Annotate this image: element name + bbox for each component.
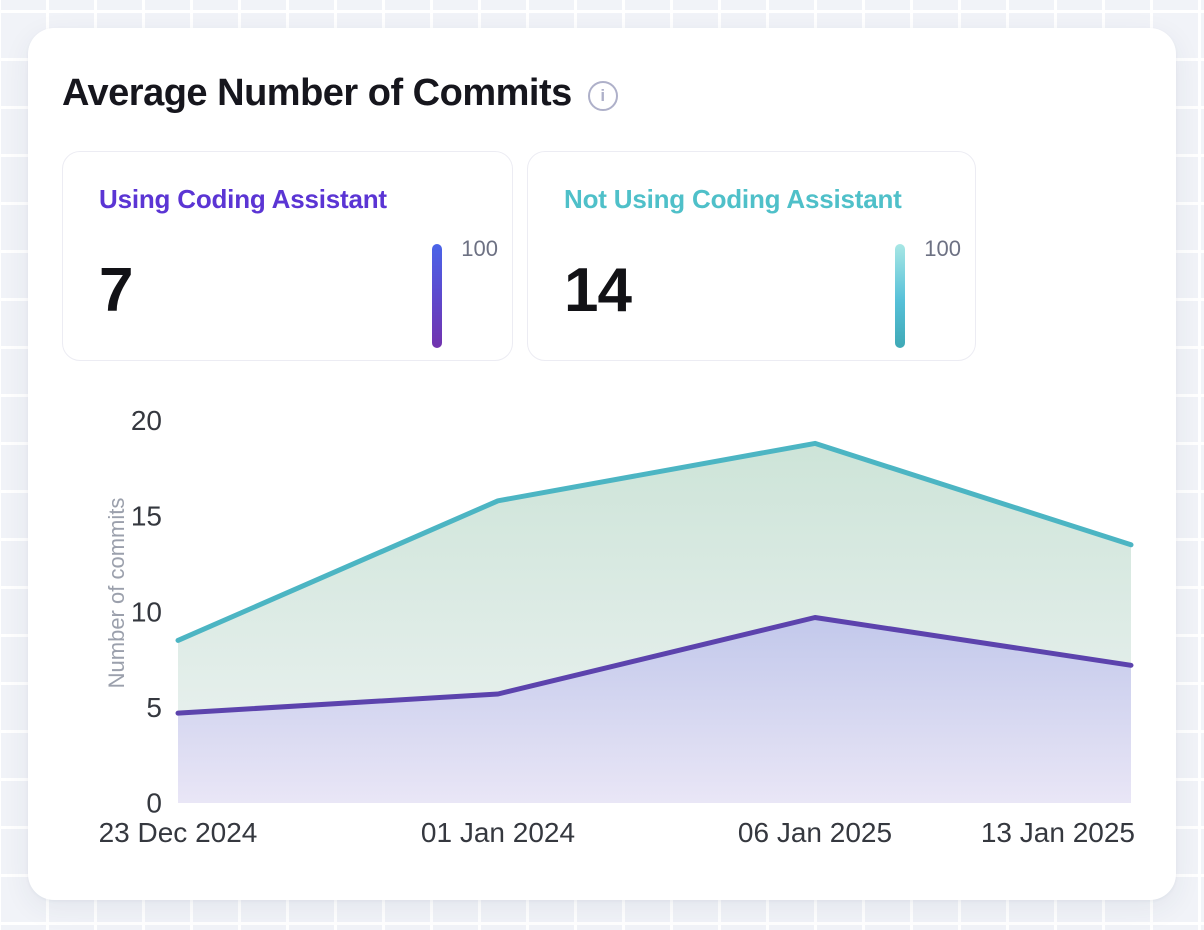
x-axis-label: 01 Jan 2024 — [421, 817, 575, 848]
x-axis-label: 13 Jan 2025 — [981, 817, 1135, 848]
y-tick-label: 0 — [146, 788, 162, 819]
chart-svg: 0 5 10 15 20 Number of commits 23 Dec 2024 01 J… — [28, 28, 1176, 900]
y-tick-label: 10 — [131, 596, 162, 627]
x-axis-label: 23 Dec 2024 — [99, 817, 258, 848]
y-tick-label: 15 — [131, 501, 162, 532]
y-tick-label: 5 — [146, 692, 162, 723]
y-tick-label: 20 — [131, 405, 162, 436]
x-axis-label: 06 Jan 2025 — [738, 817, 892, 848]
y-axis-title: Number of commits — [104, 498, 129, 689]
commits-area-chart[interactable]: 0 5 10 15 20 Number of commits 23 Dec 2024 01 J… — [28, 28, 1176, 900]
page-background: { "card": { "title": "Average Number of … — [0, 0, 1204, 930]
commits-summary-card: Average Number of Commits i Using Coding… — [28, 28, 1176, 900]
